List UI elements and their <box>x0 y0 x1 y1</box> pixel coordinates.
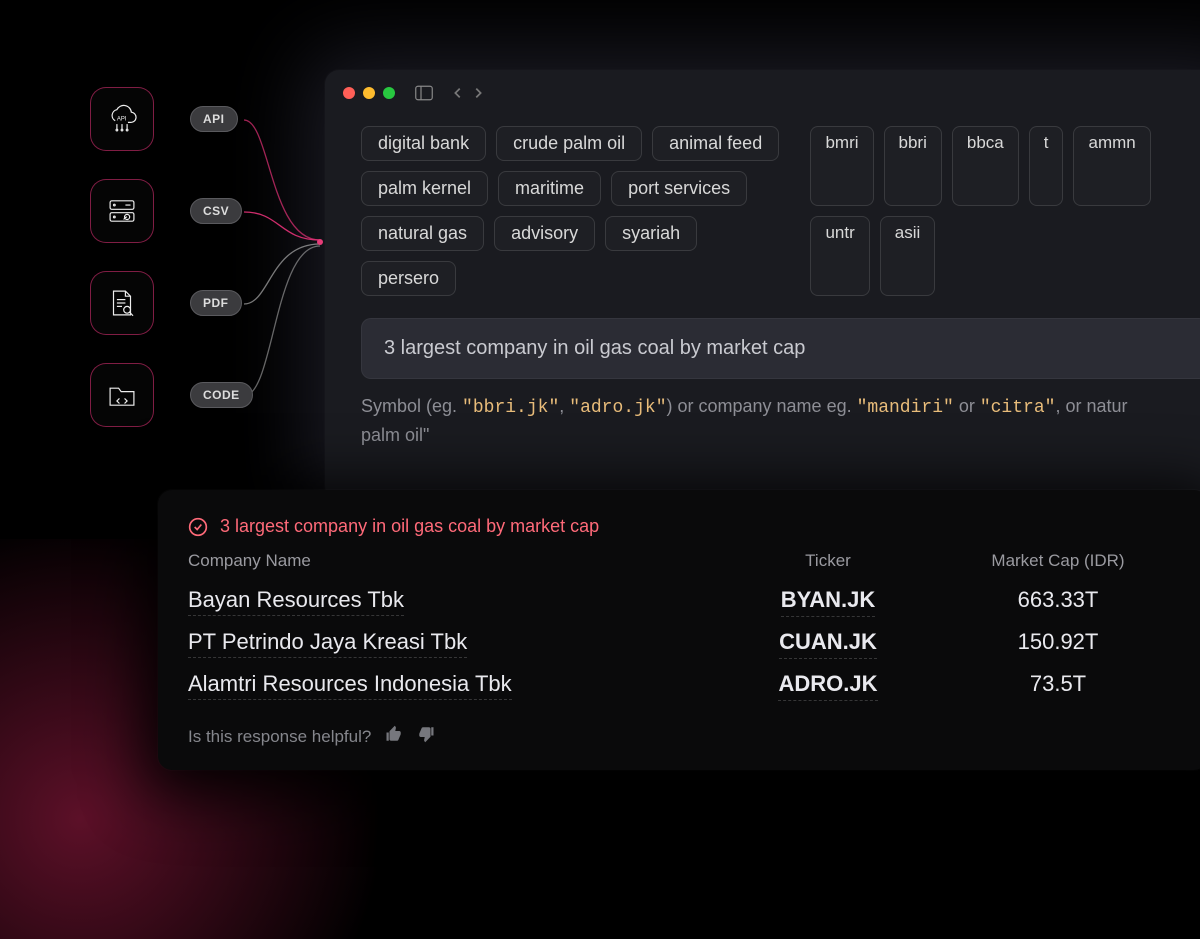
svg-text:API: API <box>117 117 127 123</box>
window-titlebar <box>325 70 1200 116</box>
sidebar-toggle-icon[interactable] <box>415 85 433 101</box>
search-hint: Symbol (eg. "bbri.jk", "adro.jk") or com… <box>361 393 1200 449</box>
table-row: PT Petrindo Jaya Kreasi Tbk CUAN.JK 150.… <box>188 623 1178 665</box>
csv-pill[interactable]: CSV <box>190 198 242 224</box>
results-title-row: 3 largest company in oil gas coal by mar… <box>188 516 1178 537</box>
chip-topic[interactable]: syariah <box>605 216 697 251</box>
server-csv-icon <box>105 194 139 228</box>
search-input[interactable]: 3 largest company in oil gas coal by mar… <box>361 318 1200 379</box>
chip-ticker[interactable]: ammn <box>1073 126 1150 206</box>
close-dot[interactable] <box>343 87 355 99</box>
api-icon-box[interactable]: API <box>90 87 154 151</box>
col-marketcap: Market Cap (IDR) <box>938 551 1178 571</box>
side-row-code: CODE <box>90 363 253 427</box>
side-row-pdf: PDF <box>90 271 253 335</box>
chip-ticker[interactable]: bbri <box>884 126 942 206</box>
thumbs-down-icon[interactable] <box>417 725 435 748</box>
col-company: Company Name <box>188 551 718 571</box>
cloud-api-icon: API <box>105 102 139 136</box>
maximize-dot[interactable] <box>383 87 395 99</box>
chip-topic[interactable]: digital bank <box>361 126 486 161</box>
feedback-row: Is this response helpful? <box>188 725 1178 748</box>
nav-forward-icon[interactable] <box>471 86 485 100</box>
col-ticker: Ticker <box>718 551 938 571</box>
folder-code-icon <box>105 378 139 412</box>
pdf-pill[interactable]: PDF <box>190 290 242 316</box>
table-header: Company Name Ticker Market Cap (IDR) <box>188 551 1178 571</box>
check-circle-icon <box>188 517 208 537</box>
table-row: Alamtri Resources Indonesia Tbk ADRO.JK … <box>188 665 1178 707</box>
chip-ticker[interactable]: t <box>1029 126 1064 206</box>
chip-topic[interactable]: persero <box>361 261 456 296</box>
suggestion-chips-area: digital bank crude palm oil animal feed … <box>325 116 1200 296</box>
minimize-dot[interactable] <box>363 87 375 99</box>
cell-cap: 73.5T <box>1030 671 1086 696</box>
export-formats-sidebar: API API CSV PDF CODE <box>90 87 253 455</box>
code-pill[interactable]: CODE <box>190 382 253 408</box>
chip-topic[interactable]: crude palm oil <box>496 126 642 161</box>
results-title: 3 largest company in oil gas coal by mar… <box>220 516 599 537</box>
chip-ticker[interactable]: untr <box>810 216 869 296</box>
chip-topic[interactable]: maritime <box>498 171 601 206</box>
cell-ticker[interactable]: ADRO.JK <box>778 671 877 701</box>
code-icon-box[interactable] <box>90 363 154 427</box>
cell-company[interactable]: Bayan Resources Tbk <box>188 587 404 616</box>
cell-cap: 150.92T <box>1018 629 1099 654</box>
api-pill[interactable]: API <box>190 106 238 132</box>
table-row: Bayan Resources Tbk BYAN.JK 663.33T <box>188 581 1178 623</box>
nav-back-icon[interactable] <box>451 86 465 100</box>
document-pdf-icon <box>105 286 139 320</box>
cell-ticker[interactable]: CUAN.JK <box>779 629 877 659</box>
csv-icon-box[interactable] <box>90 179 154 243</box>
ticker-chips: bmri bbri bbca t ammn untr asii <box>810 126 1200 296</box>
feedback-prompt: Is this response helpful? <box>188 727 371 747</box>
chip-ticker[interactable]: bmri <box>810 126 873 206</box>
chip-topic[interactable]: palm kernel <box>361 171 488 206</box>
topic-chips: digital bank crude palm oil animal feed … <box>361 126 780 296</box>
cell-company[interactable]: Alamtri Resources Indonesia Tbk <box>188 671 512 700</box>
results-card: 3 largest company in oil gas coal by mar… <box>158 490 1200 770</box>
side-row-csv: CSV <box>90 179 253 243</box>
cell-ticker[interactable]: BYAN.JK <box>781 587 876 617</box>
chip-topic[interactable]: animal feed <box>652 126 779 161</box>
results-table: Company Name Ticker Market Cap (IDR) Bay… <box>188 551 1178 707</box>
cell-cap: 663.33T <box>1018 587 1099 612</box>
chip-topic[interactable]: port services <box>611 171 747 206</box>
side-row-api: API API <box>90 87 253 151</box>
pdf-icon-box[interactable] <box>90 271 154 335</box>
query-browser-window: digital bank crude palm oil animal feed … <box>325 70 1200 500</box>
chip-ticker[interactable]: bbca <box>952 126 1019 206</box>
thumbs-up-icon[interactable] <box>385 725 403 748</box>
cell-company[interactable]: PT Petrindo Jaya Kreasi Tbk <box>188 629 467 658</box>
chip-topic[interactable]: natural gas <box>361 216 484 251</box>
chip-topic[interactable]: advisory <box>494 216 595 251</box>
chip-ticker[interactable]: asii <box>880 216 936 296</box>
